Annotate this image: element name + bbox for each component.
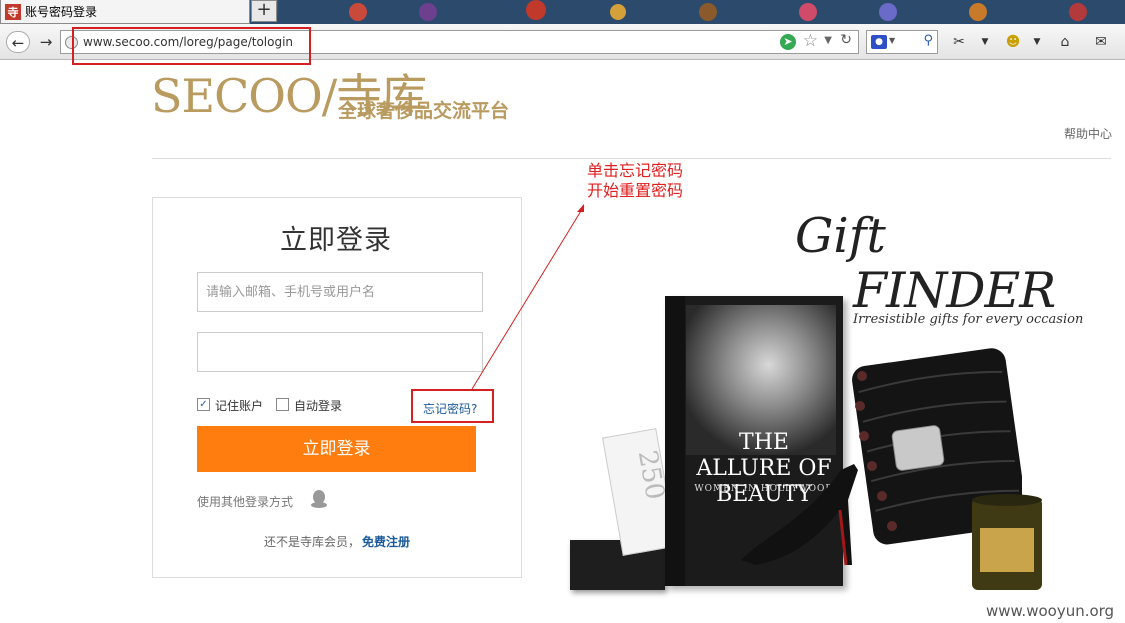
candle-image — [972, 494, 1042, 590]
username-input[interactable] — [197, 272, 483, 312]
register-prompt: 还不是寺库会员， — [264, 535, 361, 549]
header-divider — [152, 158, 1111, 159]
chevron-down-icon[interactable]: ▼ — [974, 32, 996, 52]
watermark: www.wooyun.org — [986, 602, 1115, 620]
search-box[interactable]: ● ▼ ⚲ — [866, 30, 938, 54]
star-icon[interactable]: ☆ — [803, 31, 818, 51]
annotation-line-2: 开始重置密码 — [587, 181, 684, 200]
annotation-line-1: 单击忘记密码 — [587, 161, 684, 180]
url-highlight-box — [72, 27, 311, 65]
qq-icon[interactable] — [310, 489, 328, 509]
auto-login-label[interactable]: 自动登录 — [294, 397, 342, 414]
book-spine — [665, 296, 685, 586]
annotation-note: 单击忘记密码 开始重置密码 — [587, 161, 683, 201]
search-icon[interactable]: ⚲ — [923, 33, 933, 48]
auto-login-checkbox[interactable] — [276, 398, 289, 411]
login-button[interactable]: 立即登录 — [197, 426, 476, 472]
new-tab-button[interactable]: + — [251, 0, 277, 22]
login-title: 立即登录 — [280, 225, 392, 256]
slogan: 全球奢侈品交流平台 — [338, 100, 510, 122]
help-center-link[interactable]: 帮助中心 — [1064, 125, 1112, 142]
addon-icon[interactable]: ☻ — [1002, 32, 1024, 52]
mail-icon[interactable]: ✉ — [1090, 32, 1112, 52]
remember-account-label[interactable]: 记住账户 — [215, 397, 263, 414]
reload-icon[interactable]: ↻ — [840, 32, 852, 48]
promo-title: Gift — [795, 208, 886, 264]
secoo-favicon-icon: 寺 — [5, 3, 21, 20]
screenshot-icon[interactable]: ✂ — [948, 32, 970, 52]
chevron-down-icon[interactable]: ▼ — [1026, 32, 1048, 52]
free-register-link[interactable]: 免费注册 — [362, 533, 410, 550]
password-input[interactable] — [197, 332, 483, 372]
chevron-down-icon[interactable]: ▼ — [824, 35, 832, 46]
promo-subtitle: FINDER — [853, 262, 1056, 319]
tab-bar: 寺 账号密码登录 + — [0, 0, 1125, 24]
forgot-password-highlight-box — [411, 389, 494, 423]
chevron-down-icon[interactable]: ▼ — [889, 36, 895, 45]
promo-tagline: Irresistible gifts for every occasion — [853, 312, 1084, 327]
go-arrow-icon[interactable]: ➤ — [780, 34, 796, 50]
home-icon[interactable]: ⌂ — [1054, 32, 1076, 52]
back-arrow-icon[interactable]: ← — [6, 31, 30, 53]
tab-title: 账号密码登录 — [25, 5, 98, 19]
tab-active[interactable]: 寺 账号密码登录 — [0, 0, 250, 24]
forward-arrow-icon[interactable]: → — [34, 31, 58, 53]
remember-account-checkbox[interactable]: ✓ — [197, 398, 210, 411]
tabstrip-background-art — [278, 0, 1125, 24]
other-login-label: 使用其他登录方式 — [197, 495, 294, 509]
baidu-paw-icon[interactable]: ● — [871, 35, 887, 49]
